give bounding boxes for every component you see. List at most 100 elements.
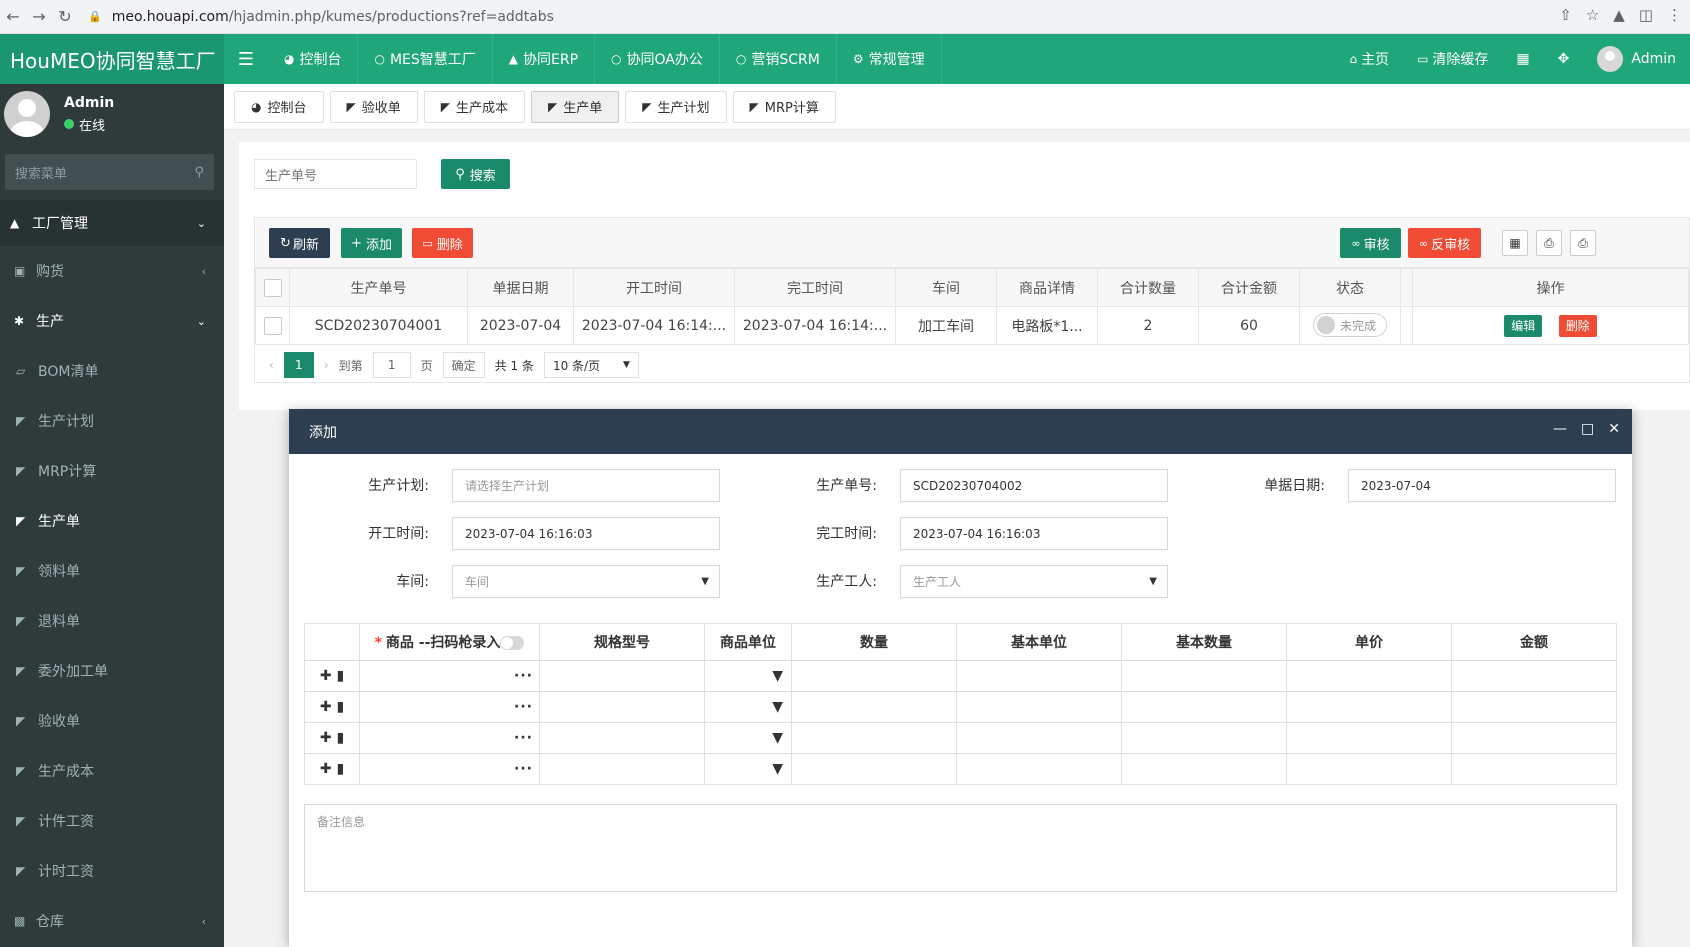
delete-button[interactable]: ▭ 删除: [412, 228, 473, 258]
audit-button[interactable]: ∞ 审核: [1340, 228, 1401, 258]
minimize-icon[interactable]: —: [1553, 421, 1567, 437]
worker-select[interactable]: 生产工人 ▼: [900, 565, 1168, 598]
date-input[interactable]: 2023-07-04: [1348, 469, 1616, 502]
sidebar-item-material-pick[interactable]: ◤ 领料单: [0, 546, 224, 596]
plan-select[interactable]: 请选择生产计划: [452, 469, 720, 502]
sidebar-item-outsource[interactable]: ◤ 委外加工单: [0, 646, 224, 696]
tab-dashboard[interactable]: ◕ 控制台: [234, 90, 324, 123]
product-picker[interactable]: ···: [359, 722, 540, 754]
col-header[interactable]: 生产单号: [289, 268, 468, 307]
goto-confirm-button[interactable]: 确定: [442, 352, 485, 378]
sidepanel-icon[interactable]: ◫: [1639, 6, 1653, 24]
sidebar-item-time-wage[interactable]: ◤ 计时工资: [0, 846, 224, 896]
price-cell[interactable]: [1286, 722, 1452, 754]
menu-toggle-icon[interactable]: ☰: [224, 49, 268, 70]
tab-cost[interactable]: ◤ 生产成本: [423, 90, 525, 123]
sidebar-search-input[interactable]: 搜索菜单 ⚲: [5, 154, 214, 190]
spec-cell[interactable]: [539, 660, 705, 692]
sidebar-item-purchase[interactable]: ▣ 购货 ‹: [0, 246, 224, 296]
status-switch[interactable]: 未完成: [1312, 313, 1387, 337]
sidebar-item-material-return[interactable]: ◤ 退料单: [0, 596, 224, 646]
trash-icon[interactable]: ▮: [336, 761, 344, 777]
share-icon[interactable]: ⇧: [1559, 6, 1572, 24]
qty-cell[interactable]: [791, 691, 957, 723]
trash-icon[interactable]: ▮: [336, 668, 344, 684]
prev-page-icon[interactable]: ‹: [269, 358, 274, 372]
col-header[interactable]: 状态: [1299, 268, 1401, 307]
extensions-icon[interactable]: ▲: [1613, 6, 1625, 24]
sidebar-item-piece-wage[interactable]: ◤ 计件工资: [0, 796, 224, 846]
order-no-input[interactable]: SCD20230704002: [900, 469, 1168, 502]
sidebar-item-cost[interactable]: ◤ 生产成本: [0, 746, 224, 796]
row-delete-button[interactable]: 删除: [1558, 314, 1597, 337]
more-icon[interactable]: ⋮: [1667, 6, 1682, 24]
app-logo[interactable]: HouMEO协同智慧工厂: [0, 34, 224, 84]
edit-button[interactable]: 编辑: [1504, 314, 1543, 337]
tab-acceptance[interactable]: ◤ 验收单: [329, 90, 418, 123]
top-menu-scrm[interactable]: ○ 营销SCRM: [720, 34, 837, 84]
refresh-button[interactable]: ↻ 刷新: [269, 228, 330, 258]
product-picker[interactable]: ···: [359, 660, 540, 692]
trash-icon[interactable]: ▮: [336, 730, 344, 746]
plus-icon[interactable]: ✚: [320, 668, 332, 684]
sidebar-item-warehouse[interactable]: ▩ 仓库 ‹: [0, 896, 224, 946]
sidebar-group-factory[interactable]: ▲ 工厂管理 ⌄: [0, 200, 224, 246]
unit-select[interactable]: ▼: [704, 660, 792, 692]
top-menu-general[interactable]: ⚙ 常规管理: [837, 34, 942, 84]
row-checkbox[interactable]: [263, 316, 282, 335]
col-header[interactable]: 合计金额: [1198, 268, 1300, 307]
reload-icon[interactable]: ↻: [52, 7, 78, 26]
col-header[interactable]: 商品详情: [996, 268, 1098, 307]
add-button[interactable]: + 添加: [341, 228, 402, 258]
sidebar-item-bom[interactable]: ▱ BOM清单: [0, 346, 224, 396]
fullscreen-icon[interactable]: ✥: [1544, 51, 1584, 67]
language-icon[interactable]: ▦: [1502, 51, 1543, 67]
print-icon[interactable]: ⎙: [1570, 230, 1596, 256]
search-button[interactable]: ⚲ 搜索: [441, 159, 510, 189]
maximize-icon[interactable]: □: [1581, 421, 1594, 437]
goto-page-input[interactable]: 1: [372, 352, 411, 378]
sidebar-item-production-order[interactable]: ◤ 生产单: [0, 496, 224, 546]
price-cell[interactable]: [1286, 660, 1452, 692]
end-input[interactable]: 2023-07-04 16:16:03: [900, 517, 1168, 550]
qty-cell[interactable]: [791, 753, 957, 785]
sidebar-item-acceptance[interactable]: ◤ 验收单: [0, 696, 224, 746]
unit-select[interactable]: ▼: [704, 722, 792, 754]
product-picker[interactable]: ···: [359, 691, 540, 723]
clear-cache-button[interactable]: ▭ 清除缓存: [1403, 49, 1502, 69]
unit-select[interactable]: ▼: [704, 691, 792, 723]
forward-icon[interactable]: →: [26, 7, 52, 26]
top-menu-oa[interactable]: ○ 协同OA办公: [595, 34, 720, 84]
trash-icon[interactable]: ▮: [336, 699, 344, 715]
col-header[interactable]: 车间: [895, 268, 997, 307]
remark-textarea[interactable]: 备注信息: [304, 804, 1617, 892]
export-icon[interactable]: ⎙: [1536, 230, 1562, 256]
spec-cell[interactable]: [539, 753, 705, 785]
address-bar[interactable]: 🔒 meo.houapi.com/hjadmin.php/kumes/produ…: [88, 3, 1528, 30]
plus-icon[interactable]: ✚: [320, 730, 332, 746]
close-icon[interactable]: ✕: [1608, 421, 1620, 437]
columns-icon[interactable]: ▦: [1502, 230, 1528, 256]
home-link[interactable]: ⌂ 主页: [1335, 49, 1403, 69]
user-menu[interactable]: Admin: [1583, 46, 1690, 72]
col-header[interactable]: 开工时间: [573, 268, 735, 307]
qty-cell[interactable]: [791, 660, 957, 692]
spec-cell[interactable]: [539, 691, 705, 723]
price-cell[interactable]: [1286, 753, 1452, 785]
workshop-select[interactable]: 车间 ▼: [452, 565, 720, 598]
top-menu-dashboard[interactable]: ◕ 控制台: [268, 34, 359, 84]
product-picker[interactable]: ···: [359, 753, 540, 785]
tab-mrp[interactable]: ◤ MRP计算: [732, 90, 836, 123]
col-header[interactable]: 合计数量: [1097, 268, 1199, 307]
spec-cell[interactable]: [539, 722, 705, 754]
col-header[interactable]: 单据日期: [467, 268, 574, 307]
page-size-select[interactable]: 10 条/页 ▼: [543, 352, 639, 378]
sidebar-item-mrp[interactable]: ◤ MRP计算: [0, 446, 224, 496]
col-header[interactable]: 完工时间: [734, 268, 896, 307]
tab-plan[interactable]: ◤ 生产计划: [625, 90, 727, 123]
plus-icon[interactable]: ✚: [320, 699, 332, 715]
sidebar-item-production[interactable]: ✱ 生产 ⌄: [0, 296, 224, 346]
select-all-checkbox[interactable]: [263, 278, 282, 297]
back-icon[interactable]: ←: [0, 7, 26, 26]
unit-select[interactable]: ▼: [704, 753, 792, 785]
